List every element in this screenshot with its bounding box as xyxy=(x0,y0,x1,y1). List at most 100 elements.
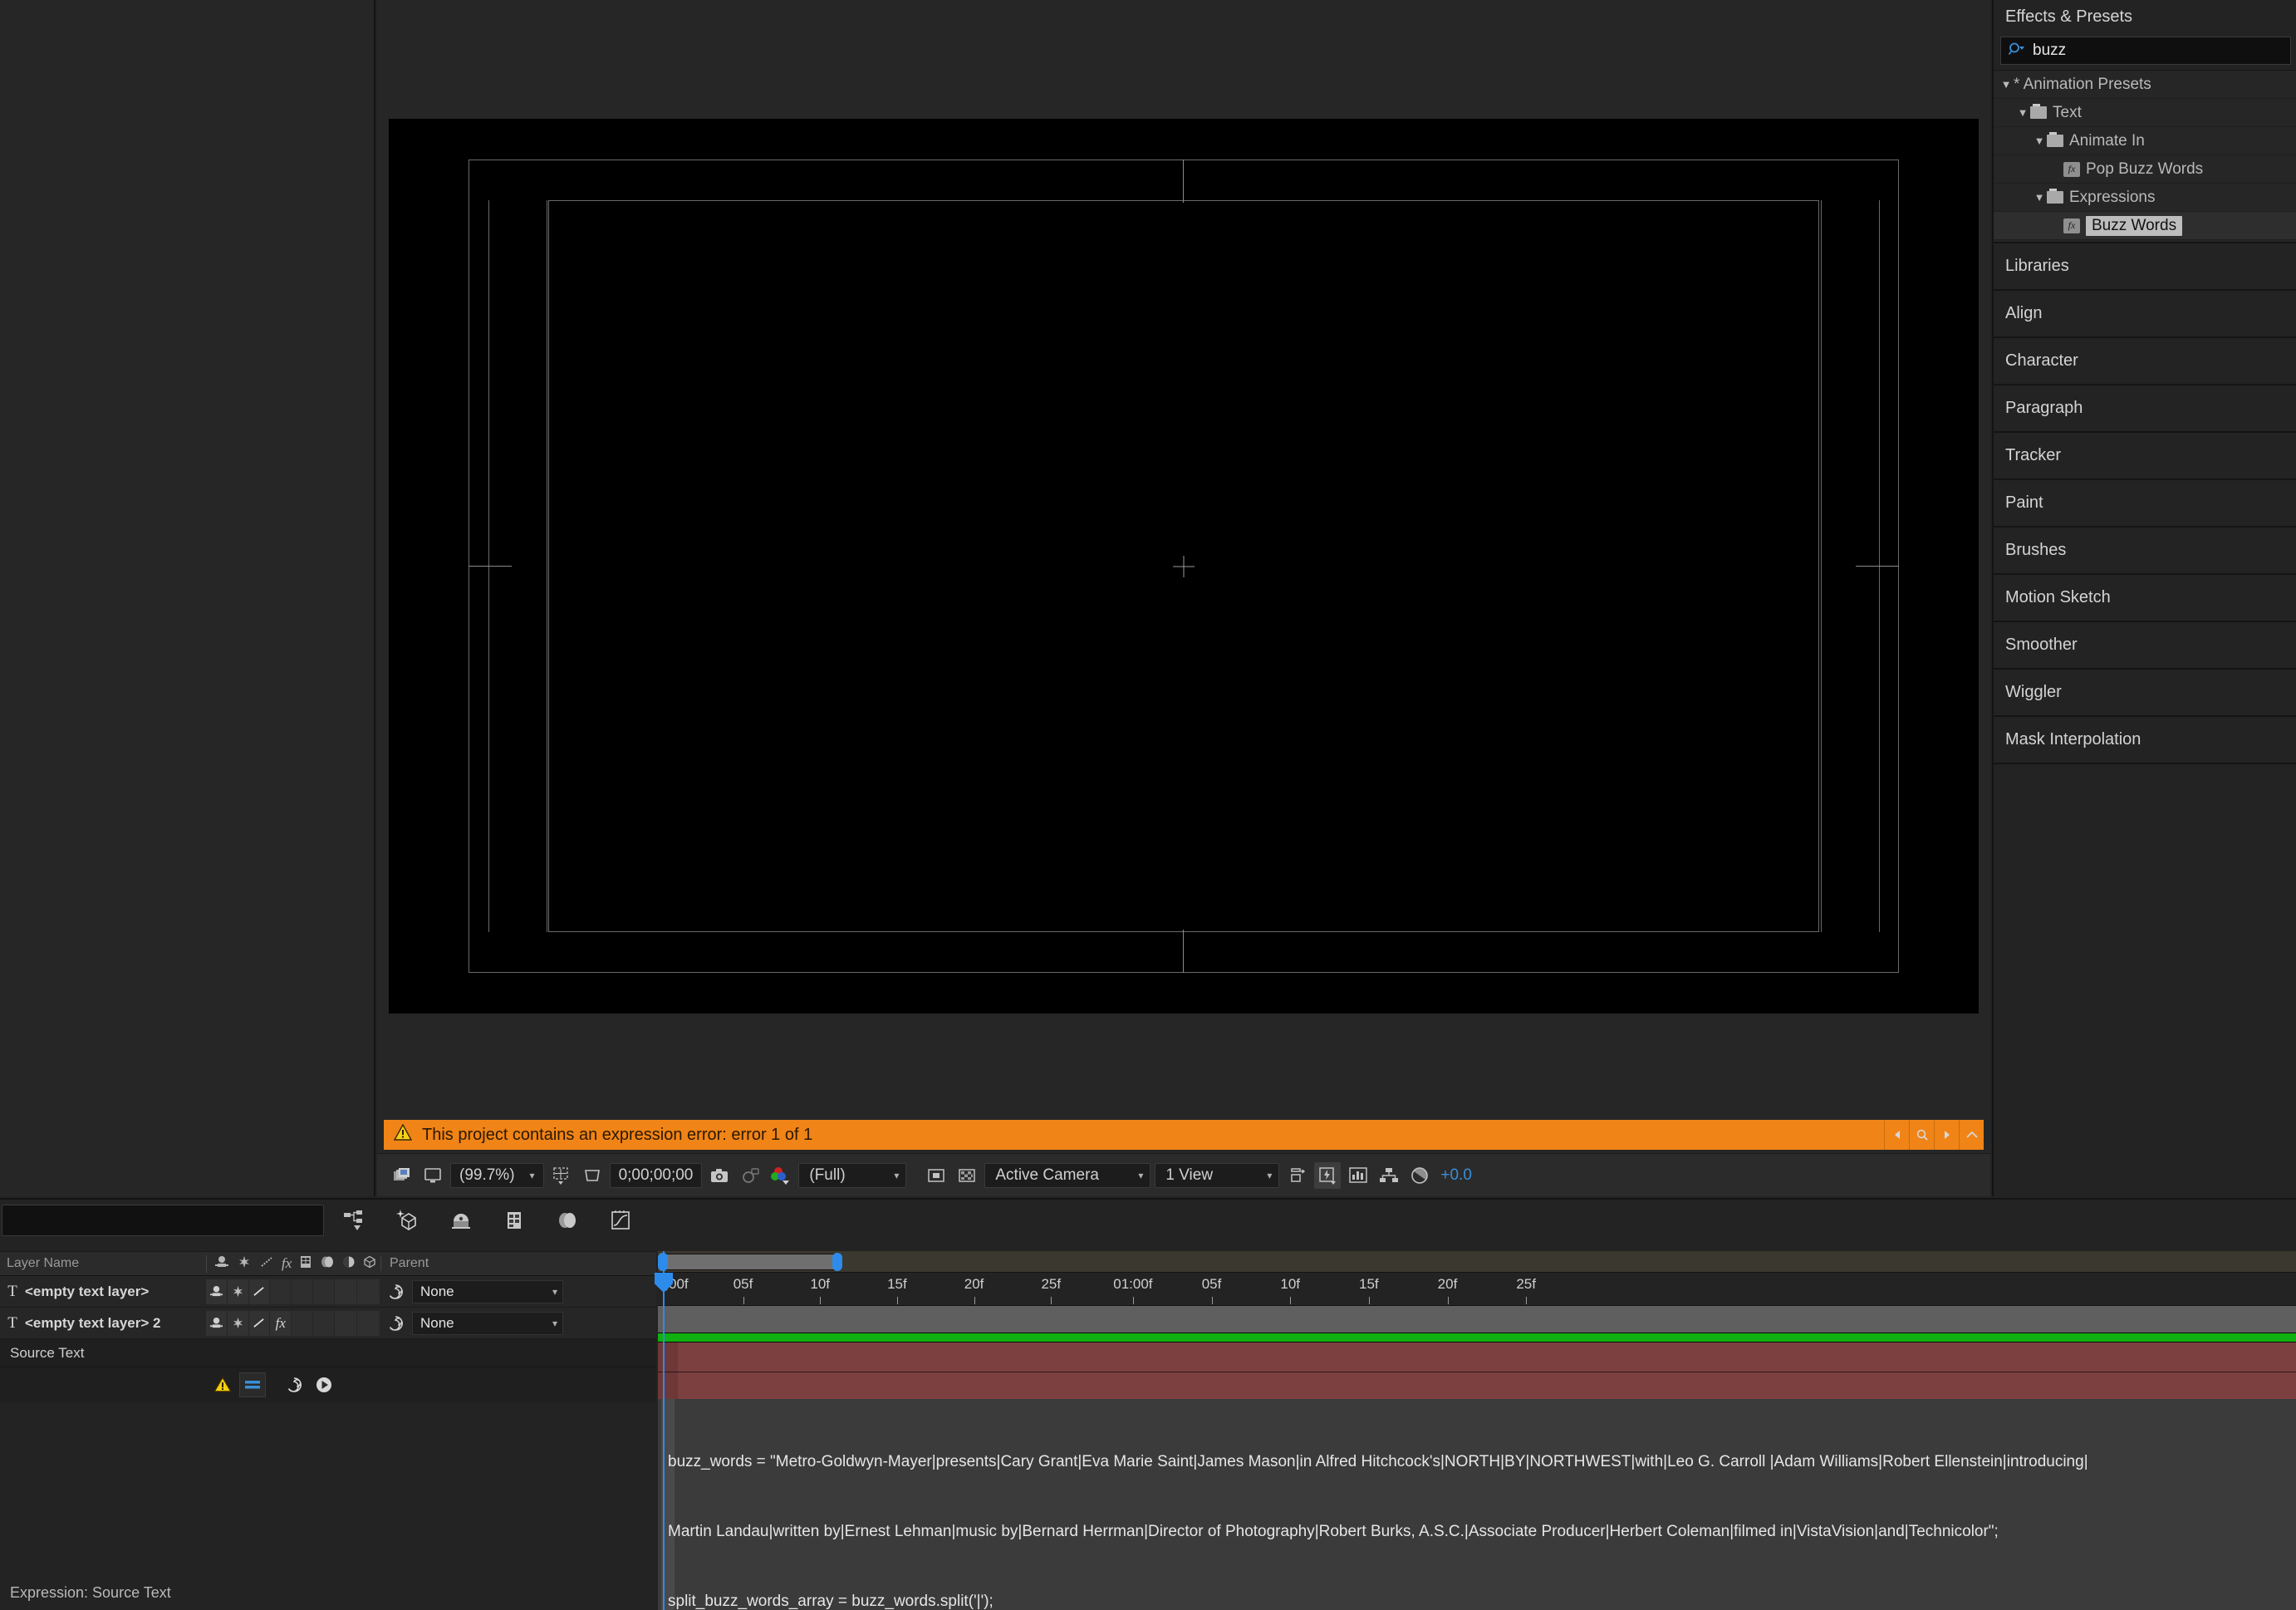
shy-icon[interactable] xyxy=(206,1310,227,1336)
magnification-dropdown[interactable]: (99.7%) ▾ xyxy=(450,1162,544,1188)
tree-row-buzz-words[interactable]: fx Buzz Words xyxy=(1994,212,2296,240)
layer-name-label[interactable]: <empty text layer> xyxy=(25,1284,206,1300)
motion-blur-icon[interactable] xyxy=(553,1206,581,1234)
draft-3d-icon[interactable] xyxy=(394,1206,422,1234)
expression-editor[interactable]: buzz_words = "Metro-Goldwyn-Mayer|presen… xyxy=(658,1399,2296,1610)
work-area-end-handle[interactable] xyxy=(832,1253,842,1271)
fast-previews-icon[interactable] xyxy=(1314,1161,1342,1189)
parent-dropdown[interactable]: None ▾ xyxy=(412,1279,563,1303)
tree-row-text[interactable]: ▼ Text xyxy=(1994,99,2296,127)
project-panel[interactable] xyxy=(0,0,375,1196)
column-layer-name[interactable]: Layer Name xyxy=(0,1256,206,1271)
table-row[interactable]: T <empty text layer> None ▾ xyxy=(0,1276,656,1308)
exposure-value[interactable]: +0.0 xyxy=(1437,1166,1472,1185)
property-row-source-text[interactable]: Source Text xyxy=(0,1339,656,1367)
timeline-icon[interactable] xyxy=(1345,1162,1371,1189)
motion-blur-switch[interactable] xyxy=(312,1310,334,1336)
adjustment-layer-switch[interactable] xyxy=(334,1279,357,1304)
always-preview-this-view-icon[interactable] xyxy=(389,1162,415,1189)
show-post-expression-graph-icon[interactable] xyxy=(281,1372,307,1397)
3d-layer-switch[interactable] xyxy=(357,1310,380,1336)
tree-row-pop-buzz-words[interactable]: fx Pop Buzz Words xyxy=(1994,155,2296,184)
layer-bar-2[interactable] xyxy=(658,1372,2296,1402)
collapse-error-button[interactable] xyxy=(1959,1120,1984,1150)
reset-exposure-icon[interactable] xyxy=(1406,1162,1433,1189)
panel-item-brushes[interactable]: Brushes xyxy=(1994,528,2296,575)
current-timecode-field[interactable]: 0;00;00;00 xyxy=(609,1162,703,1188)
view-layout-dropdown[interactable]: 1 View ▾ xyxy=(1155,1162,1280,1188)
composition-stage[interactable] xyxy=(377,0,1990,1117)
timeline-search-input[interactable] xyxy=(2,1205,324,1236)
toggle-mask-paths-icon[interactable] xyxy=(923,1162,949,1189)
3d-layer-switch[interactable] xyxy=(357,1279,380,1304)
panel-item-motion-sketch[interactable]: Motion Sketch xyxy=(1994,575,2296,622)
panel-item-tracker[interactable]: Tracker xyxy=(1994,433,2296,480)
table-row[interactable]: T <empty text layer> 2 fx None ▾ xyxy=(0,1308,656,1339)
camera-view-dropdown[interactable]: Active Camera ▾ xyxy=(984,1162,1151,1188)
collapse-transformations-icon[interactable] xyxy=(227,1310,248,1336)
tree-row-animate-in[interactable]: ▼ Animate In xyxy=(1994,127,2296,155)
graph-editor-icon[interactable] xyxy=(606,1206,635,1234)
expression-error-banner[interactable]: This project contains an expression erro… xyxy=(384,1120,1984,1150)
shy-icon[interactable] xyxy=(206,1279,227,1304)
comp-mini-flowchart-icon[interactable] xyxy=(341,1206,369,1234)
choose-grid-and-guide-icon[interactable] xyxy=(548,1162,575,1189)
resolution-dropdown[interactable]: (Full) ▾ xyxy=(798,1162,907,1188)
next-error-button[interactable] xyxy=(1934,1120,1959,1150)
panel-item-libraries[interactable]: Libraries xyxy=(1994,243,2296,291)
effects-switch[interactable] xyxy=(270,1279,292,1304)
main-viewer-icon[interactable] xyxy=(419,1162,446,1189)
layer-name-label[interactable]: <empty text layer> 2 xyxy=(25,1315,206,1332)
expression-error-warning-icon[interactable] xyxy=(209,1372,236,1397)
expression-pick-whip-icon[interactable] xyxy=(311,1372,337,1397)
expression-code[interactable]: buzz_words = "Metro-Goldwyn-Mayer|presen… xyxy=(666,1404,2296,1610)
pixel-aspect-correction-icon[interactable] xyxy=(1283,1162,1310,1189)
twirl-down-icon[interactable]: ▼ xyxy=(2015,106,2030,119)
region-of-interest-icon[interactable] xyxy=(579,1162,606,1189)
layer-bar-1[interactable] xyxy=(658,1342,2296,1372)
hide-shy-layers-icon[interactable] xyxy=(447,1206,475,1234)
toggle-transparency-grid-icon[interactable] xyxy=(954,1162,980,1189)
comp-flowchart-icon[interactable] xyxy=(1376,1162,1402,1189)
panel-item-paint[interactable]: Paint xyxy=(1994,480,2296,528)
twirl-down-icon[interactable]: ▼ xyxy=(2032,135,2047,147)
effects-presets-search[interactable] xyxy=(2000,37,2291,65)
tree-row-expressions[interactable]: ▼ Expressions xyxy=(1994,184,2296,212)
enable-expression-icon[interactable] xyxy=(239,1372,266,1397)
panel-item-align[interactable]: Align xyxy=(1994,291,2296,338)
tree-row-animation-presets[interactable]: ▼ * Animation Presets xyxy=(1994,71,2296,99)
motion-blur-switch[interactable] xyxy=(312,1279,334,1304)
panel-item-paragraph[interactable]: Paragraph xyxy=(1994,385,2296,433)
show-channel-icon[interactable] xyxy=(768,1162,794,1189)
show-snapshot-icon[interactable] xyxy=(737,1162,763,1189)
column-parent[interactable]: Parent xyxy=(380,1256,596,1271)
parent-dropdown[interactable]: None ▾ xyxy=(412,1311,563,1335)
twirl-down-icon[interactable]: ▼ xyxy=(1999,78,2014,91)
twirl-down-icon[interactable]: ▼ xyxy=(2032,191,2047,204)
frame-blending-switch[interactable] xyxy=(292,1279,312,1304)
frame-blending-icon[interactable] xyxy=(500,1206,528,1234)
search-input[interactable] xyxy=(2033,42,2284,60)
work-area-bar[interactable] xyxy=(658,1251,2296,1273)
take-snapshot-icon[interactable] xyxy=(706,1162,733,1189)
effects-presets-search-wrap xyxy=(1994,33,2296,70)
find-error-button[interactable] xyxy=(1909,1120,1934,1150)
adjustment-layer-switch[interactable] xyxy=(334,1310,357,1336)
frame-blending-switch[interactable] xyxy=(292,1310,312,1336)
panel-item-character[interactable]: Character xyxy=(1994,338,2296,385)
left-center-tick xyxy=(469,566,512,567)
quality-icon[interactable] xyxy=(248,1310,270,1336)
pick-whip-icon[interactable] xyxy=(385,1282,405,1302)
quality-icon[interactable] xyxy=(248,1279,270,1304)
prev-error-button[interactable] xyxy=(1884,1120,1909,1150)
composition-canvas[interactable] xyxy=(389,119,1979,1014)
collapse-transformations-icon[interactable] xyxy=(227,1279,248,1304)
panel-item-mask-interpolation[interactable]: Mask Interpolation xyxy=(1994,717,2296,764)
panel-item-wiggler[interactable]: Wiggler xyxy=(1994,670,2296,717)
effects-icon[interactable]: fx xyxy=(270,1310,292,1336)
playhead[interactable] xyxy=(655,1251,673,1610)
pick-whip-icon[interactable] xyxy=(385,1313,405,1333)
work-area-span[interactable] xyxy=(661,1254,837,1270)
panel-item-smoother[interactable]: Smoother xyxy=(1994,622,2296,670)
time-ruler[interactable]: 0;00f 05f 10f 15f 20f 25f 01:00f 05f 10f… xyxy=(657,1273,2296,1306)
